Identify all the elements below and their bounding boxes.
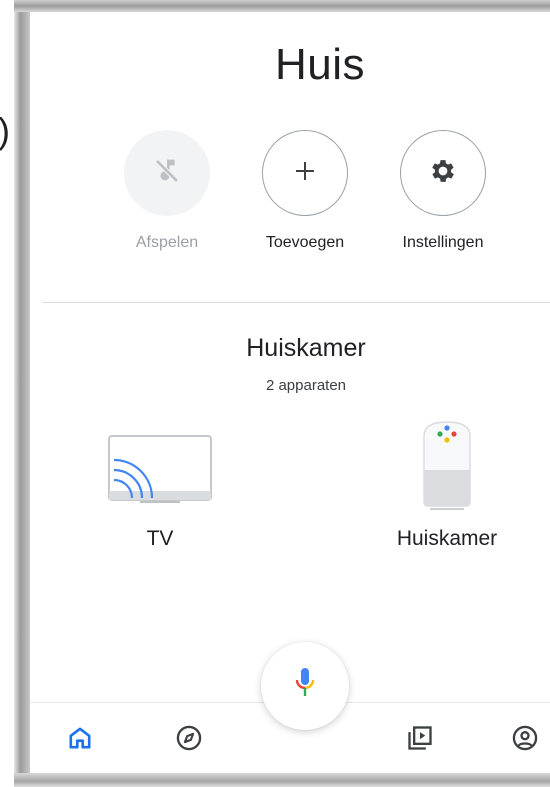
page-title: Huis [274, 40, 366, 89]
settings-action[interactable]: Instellingen [373, 130, 513, 252]
home-icon [67, 725, 93, 756]
google-home-speaker-icon [412, 421, 482, 514]
quick-actions: Afspelen Toevoegen Instellingen [30, 130, 550, 270]
music-off-icon [150, 154, 184, 193]
section-divider [42, 302, 550, 303]
settings-action-label: Instellingen [402, 234, 484, 251]
device-speaker[interactable]: Huiskamer [377, 418, 517, 551]
settings-action-circle[interactable] [400, 130, 486, 216]
nav-home[interactable] [63, 723, 97, 757]
account-icon [511, 724, 539, 757]
microphone-icon [293, 666, 317, 707]
add-action-label: Toevoegen [265, 234, 345, 251]
nav-account[interactable] [508, 723, 542, 757]
room-title: Huiskamer [246, 334, 366, 362]
plus-icon [293, 159, 317, 188]
assistant-mic-button[interactable] [261, 642, 349, 730]
device-speaker-label: Huiskamer [396, 527, 498, 550]
play-action-circle[interactable] [124, 130, 210, 216]
frame-shadow-left [14, 0, 30, 787]
nav-media[interactable] [403, 723, 437, 757]
nav-discover[interactable] [172, 723, 206, 757]
cast-tv-icon [106, 435, 214, 514]
device-tv[interactable]: TV [90, 430, 230, 551]
device-tv-label: TV [146, 527, 174, 550]
play-action[interactable]: Afspelen [97, 130, 237, 252]
room-device-count: 2 apparaten [265, 377, 347, 394]
frame-shadow-top [14, 0, 550, 12]
compass-icon [175, 724, 203, 757]
home-screen: Huis Afspelen Toevoegen Instellingen Hui… [30, 12, 550, 773]
play-action-label: Afspelen [135, 234, 199, 251]
add-action-circle[interactable] [262, 130, 348, 216]
gear-icon [428, 156, 458, 191]
media-icon [406, 724, 434, 757]
add-action[interactable]: Toevoegen [235, 130, 375, 252]
frame-shadow-bottom [14, 773, 550, 787]
cropped-text-fragment: ) [0, 110, 10, 152]
